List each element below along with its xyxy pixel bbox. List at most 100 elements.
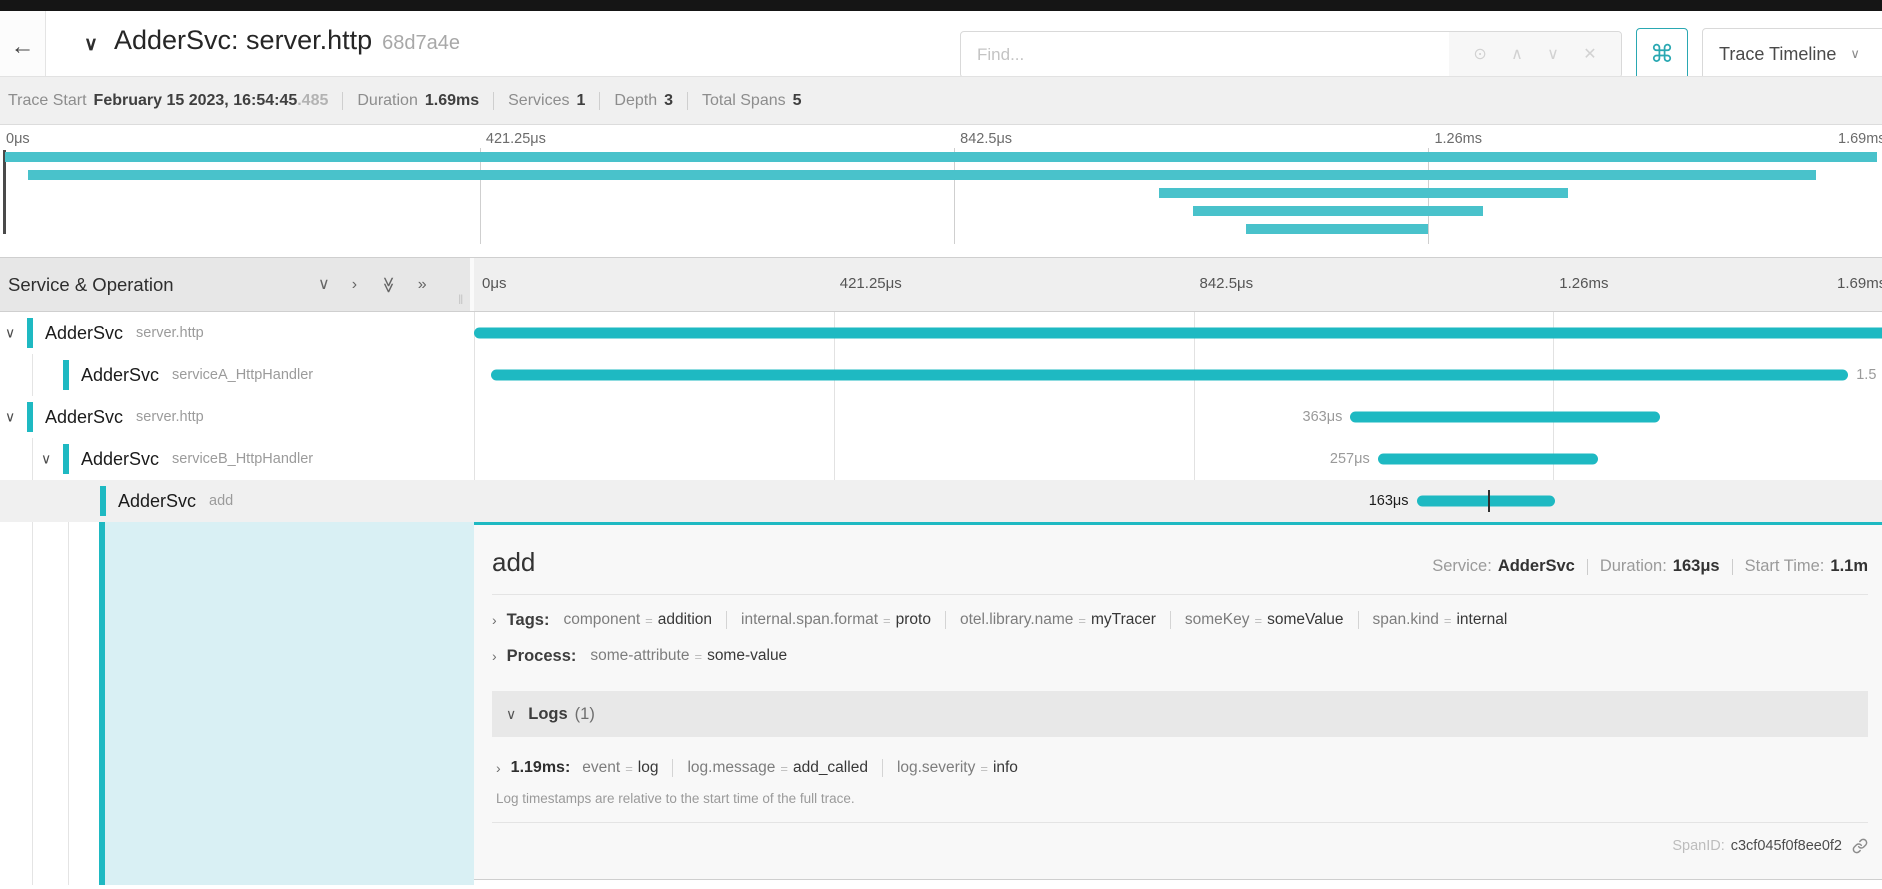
span-duration-bar[interactable]: [474, 328, 1882, 339]
minimap-span-bar: [1159, 188, 1567, 198]
span-duration-bar[interactable]: [1417, 496, 1555, 507]
meta-service-value: AdderSvc: [1498, 557, 1575, 576]
log-field: log.severity=info: [882, 759, 1018, 777]
span-duration-label: 363μs: [1303, 409, 1351, 425]
span-rows: ∨ AdderSvc server.http AdderSvc serviceA…: [0, 312, 1882, 522]
deep-link-icon[interactable]: [1852, 838, 1868, 854]
span-operation-name: server.http: [136, 325, 204, 341]
span-track: 1.5: [474, 354, 1882, 396]
span-service-name: AdderSvc: [81, 365, 159, 386]
span-row-serviceA-handler[interactable]: AdderSvc serviceA_HttpHandler 1.5: [0, 354, 1882, 396]
spanid-label: SpanID:: [1672, 838, 1724, 854]
trace-header: ← ∨ AdderSvc: server.http 68d7a4e ⊙ ∧ ∨ ✕…: [0, 11, 1882, 76]
timeline-column-header: Service & Operation ∨ › ≫ » ‖ 0μs 421.25…: [0, 257, 1882, 312]
selected-subtree-highlight: [105, 522, 474, 885]
meta-separator: [1732, 559, 1733, 575]
tags-accordion[interactable]: › Tags: component=addition internal.span…: [492, 607, 1868, 633]
collapse-chevron-icon[interactable]: ∨: [41, 451, 51, 468]
span-row-server-http-2[interactable]: ∨ AdderSvc server.http 363μs: [0, 396, 1882, 438]
back-button[interactable]: ←: [0, 11, 46, 84]
expand-all-icon[interactable]: »: [418, 277, 427, 293]
span-service-name: AdderSvc: [45, 407, 123, 428]
detail-footer: SpanID: c3cf045f0f8ee0f2: [492, 822, 1868, 868]
span-detail-panel: add Service: AdderSvc Duration: 163μs St…: [474, 522, 1882, 880]
span-duration-bar[interactable]: [491, 370, 1848, 381]
detail-left-gutter: [0, 522, 474, 889]
meta-starttime-value: 1.1m: [1830, 557, 1868, 576]
detail-span-title: add: [492, 547, 535, 578]
logs-count: (1): [575, 705, 595, 724]
trace-summary-bar: Trace Start February 15 2023, 16:54:45 .…: [0, 76, 1882, 125]
prev-result-icon[interactable]: ∧: [1511, 47, 1523, 63]
span-row-server-http-1[interactable]: ∨ AdderSvc server.http: [0, 312, 1882, 354]
process-item: some-attribute=some-value: [590, 647, 787, 665]
span-track: 257μs: [474, 438, 1882, 480]
summary-services: Services 1: [493, 92, 585, 110]
timeline-header-track: 0μs 421.25μs 842.5μs 1.26ms 1.69ms: [474, 258, 1882, 311]
span-log-marker[interactable]: [1488, 490, 1490, 512]
log-entry-row[interactable]: › 1.19ms: event=log log.message=add_call…: [492, 755, 1868, 781]
logs-accordion-header[interactable]: ∨ Logs (1): [492, 691, 1868, 737]
chevron-right-icon: ›: [492, 648, 497, 664]
span-duration-label: 163μs: [1369, 493, 1417, 509]
span-color-accent: [63, 444, 69, 474]
clear-search-icon[interactable]: ✕: [1583, 47, 1596, 63]
span-duration-label: 257μs: [1330, 451, 1378, 467]
expand-one-icon[interactable]: ›: [352, 277, 357, 293]
log-field: event=log: [582, 759, 658, 777]
spanid-value: c3cf045f0f8ee0f2: [1731, 838, 1842, 854]
locate-icon[interactable]: ⊙: [1473, 47, 1486, 63]
detail-title-row: add Service: AdderSvc Duration: 163μs St…: [492, 547, 1868, 578]
chevron-right-icon: ›: [492, 612, 497, 628]
tag-item: internal.span.format=proto: [726, 611, 931, 629]
trace-minimap[interactable]: 0μs 421.25μs 842.5μs 1.26ms 1.69ms: [0, 125, 1882, 244]
detail-meta: Service: AdderSvc Duration: 163μs Start …: [1432, 557, 1868, 576]
collapse-chevron-icon[interactable]: ∨: [5, 409, 15, 426]
minimap-span-bar: [1246, 224, 1429, 234]
span-row-serviceB-handler[interactable]: ∨ AdderSvc serviceB_HttpHandler 257μs: [0, 438, 1882, 480]
span-duration-bar[interactable]: [1378, 454, 1598, 465]
span-operation-name: serviceA_HttpHandler: [172, 367, 313, 383]
view-options-dropdown[interactable]: Trace Timeline ∨: [1702, 28, 1882, 80]
page-title: AdderSvc: server.http 68d7a4e: [114, 25, 460, 56]
tree-guide-line: [32, 522, 33, 885]
tag-item: otel.library.name=myTracer: [945, 611, 1156, 629]
log-timestamp: 1.19ms:: [511, 759, 571, 777]
minimap-scrubber-handle[interactable]: [3, 150, 6, 234]
next-result-icon[interactable]: ∨: [1547, 47, 1559, 63]
column-resize-handle[interactable]: ‖: [458, 292, 463, 307]
chevron-down-icon: ∨: [506, 706, 516, 723]
command-icon: ⌘: [1650, 40, 1674, 69]
span-service-name: AdderSvc: [118, 491, 196, 512]
log-field: log.message=add_called: [672, 759, 867, 777]
span-row-add-selected[interactable]: AdderSvc add 163μs: [0, 480, 1882, 522]
service-operation-header: Service & Operation ∨ › ≫ » ‖: [0, 258, 474, 311]
process-accordion[interactable]: › Process: some-attribute=some-value: [492, 643, 1868, 669]
span-service-name: AdderSvc: [81, 449, 159, 470]
span-duration-label: 1.5: [1848, 367, 1876, 383]
back-arrow-icon: ←: [11, 33, 35, 61]
collapse-all-icon[interactable]: ≫: [379, 276, 395, 293]
meta-starttime-label: Start Time:: [1745, 557, 1825, 576]
tags-label: Tags:: [507, 611, 550, 630]
find-controls: ⊙ ∧ ∨ ✕: [1449, 32, 1621, 77]
span-duration-bar[interactable]: [1350, 412, 1659, 423]
trace-title-text: AdderSvc: server.http: [114, 25, 372, 55]
minimap-tick-label: 421.25μs: [486, 131, 546, 147]
collapse-one-icon[interactable]: ∨: [318, 277, 330, 293]
timeline-tick-label: 1.69ms: [1837, 275, 1882, 292]
keyboard-shortcuts-button[interactable]: ⌘: [1636, 28, 1688, 80]
tree-controls: ∨ › ≫ »: [318, 258, 427, 311]
collapse-chevron-icon[interactable]: ∨: [5, 325, 15, 342]
find-input[interactable]: [961, 32, 1449, 77]
tag-item: span.kind=internal: [1358, 611, 1508, 629]
find-box: ⊙ ∧ ∨ ✕: [960, 31, 1622, 78]
summary-duration: Duration 1.69ms: [342, 92, 479, 110]
minimap-span-bar: [5, 152, 1878, 162]
trace-collapse-chevron-icon[interactable]: ∨: [84, 33, 98, 56]
log-timestamp-note: Log timestamps are relative to the start…: [492, 791, 1868, 806]
trace-id-short: 68d7a4e: [382, 32, 460, 54]
span-operation-name: serviceB_HttpHandler: [172, 451, 313, 467]
summary-trace-start: Trace Start February 15 2023, 16:54:45 .…: [8, 92, 328, 110]
summary-depth: Depth 3: [599, 92, 673, 110]
